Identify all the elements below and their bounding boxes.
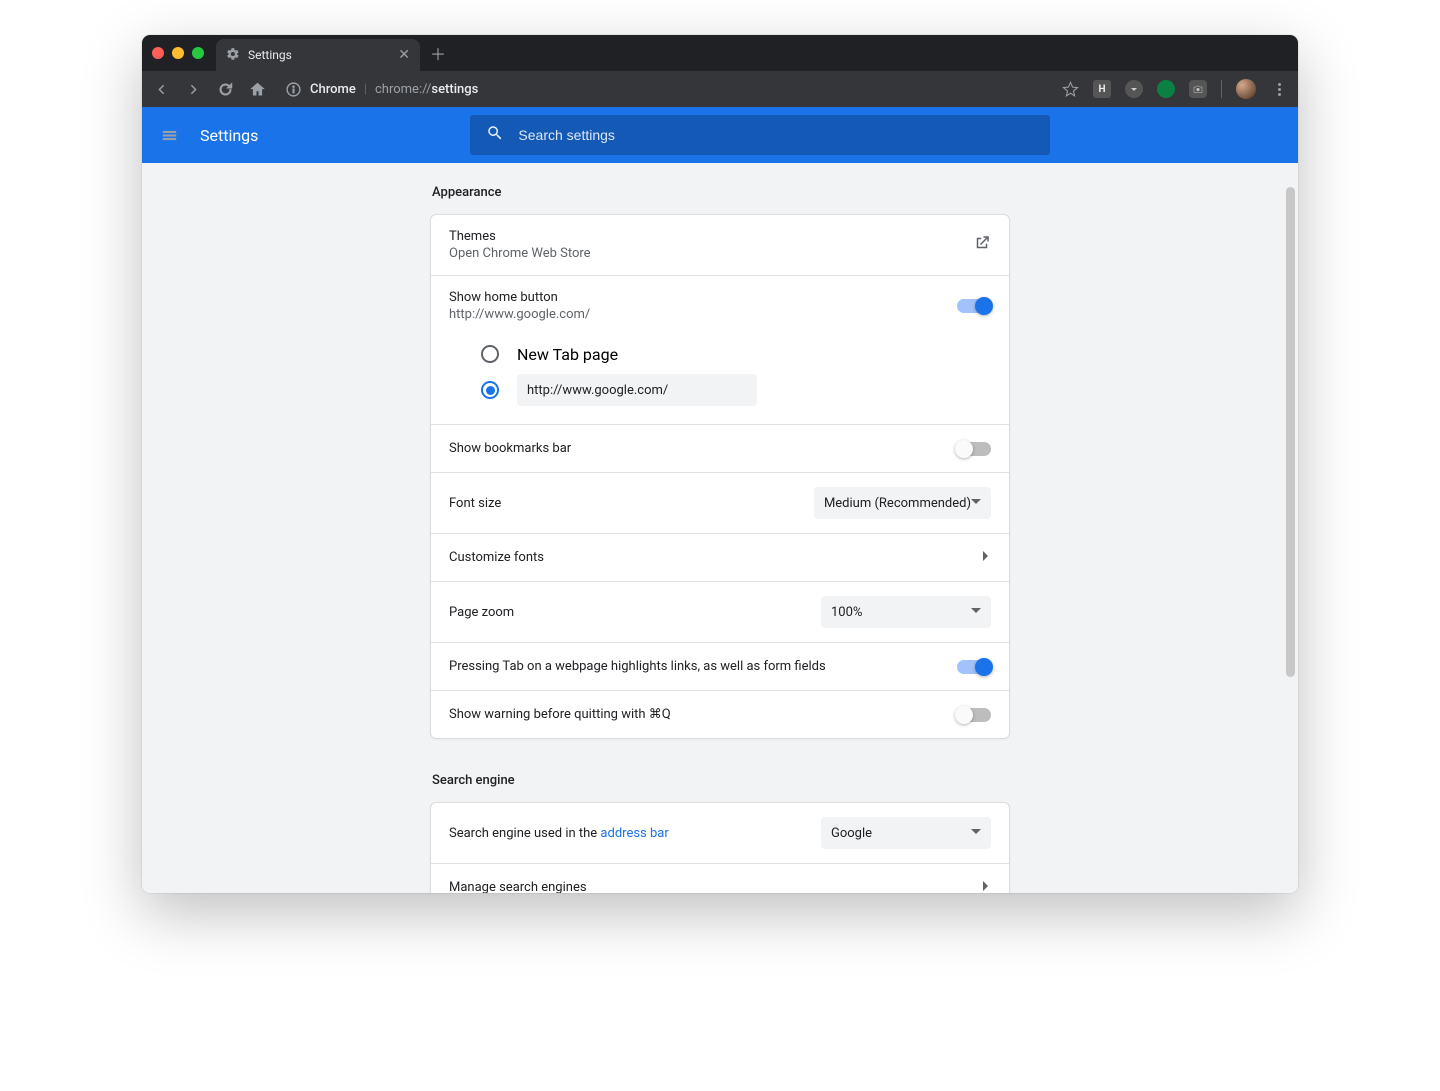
search-engine-card: Search engine used in the address bar Go…: [430, 802, 1010, 893]
customize-fonts-row[interactable]: Customize fonts: [431, 533, 1009, 581]
profile-avatar[interactable]: [1236, 79, 1256, 99]
section-title-appearance: Appearance: [430, 175, 1010, 214]
themes-label: Themes: [449, 229, 591, 244]
browser-toolbar: Chrome | chrome://settings H: [142, 71, 1298, 107]
extension-green-icon[interactable]: [1157, 80, 1175, 98]
chevron-down-icon: [971, 826, 981, 841]
chevron-right-icon: [981, 880, 991, 893]
browser-menu-button[interactable]: [1270, 80, 1288, 98]
settings-search[interactable]: [470, 115, 1050, 155]
chevron-right-icon: [981, 550, 991, 565]
font-size-label: Font size: [449, 496, 501, 511]
search-engine-row: Search engine used in the address bar Go…: [431, 803, 1009, 863]
home-button-label: Show home button: [449, 290, 590, 305]
appearance-card: Themes Open Chrome Web Store Show home b…: [430, 214, 1010, 739]
url-prefix: chrome://: [375, 82, 431, 97]
extension-h-icon[interactable]: H: [1093, 80, 1111, 98]
page-zoom-label: Page zoom: [449, 605, 514, 620]
minimize-window-button[interactable]: [172, 47, 184, 59]
home-button[interactable]: [248, 80, 266, 98]
tab-highlight-label: Pressing Tab on a webpage highlights lin…: [449, 659, 826, 674]
quit-warning-row: Show warning before quitting with ⌘Q: [431, 690, 1009, 738]
window-controls: [152, 47, 204, 59]
back-button[interactable]: [152, 80, 170, 98]
bookmarks-bar-toggle[interactable]: [957, 442, 991, 456]
maximize-window-button[interactable]: [192, 47, 204, 59]
search-engine-dropdown[interactable]: Google: [821, 817, 991, 849]
font-size-row: Font size Medium (Recommended): [431, 472, 1009, 533]
address-bar-link[interactable]: address bar: [600, 826, 668, 841]
customize-fonts-label: Customize fonts: [449, 550, 544, 565]
radio-newtab-label: New Tab page: [517, 345, 618, 364]
forward-button[interactable]: [184, 80, 202, 98]
extension-camera-icon[interactable]: [1189, 80, 1207, 98]
external-link-icon: [973, 234, 991, 256]
tab-strip: Settings ✕ ＋: [142, 35, 1298, 71]
search-icon: [486, 124, 504, 146]
quit-warning-label: Show warning before quitting with ⌘Q: [449, 707, 671, 722]
url-scheme-label: Chrome: [310, 82, 356, 97]
close-tab-button[interactable]: ✕: [398, 47, 410, 63]
section-title-search: Search engine: [430, 763, 1010, 802]
radio-custom-url[interactable]: [481, 381, 499, 399]
radio-newtab[interactable]: [481, 345, 499, 363]
browser-window: Settings ✕ ＋ Chrome | chrome://settings …: [142, 35, 1298, 893]
manage-search-engines-row[interactable]: Manage search engines: [431, 863, 1009, 893]
new-tab-button[interactable]: ＋: [430, 41, 446, 65]
search-engine-label: Search engine used in the address bar: [449, 826, 669, 841]
browser-tab[interactable]: Settings ✕: [216, 39, 420, 71]
address-bar[interactable]: Chrome | chrome://settings: [284, 80, 478, 98]
themes-sublabel: Open Chrome Web Store: [449, 246, 591, 261]
url-path: settings: [431, 82, 478, 97]
bookmark-star-icon[interactable]: [1061, 80, 1079, 98]
home-button-sublabel: http://www.google.com/: [449, 307, 590, 322]
quit-warning-toggle[interactable]: [957, 708, 991, 722]
scrollbar[interactable]: [1286, 187, 1295, 677]
home-button-options: New Tab page http://www.google.com/: [431, 336, 1009, 424]
tab-title: Settings: [248, 48, 292, 62]
home-button-toggle[interactable]: [957, 299, 991, 313]
chevron-down-icon: [971, 496, 981, 511]
reload-button[interactable]: [216, 80, 234, 98]
bookmarks-bar-label: Show bookmarks bar: [449, 441, 571, 456]
home-url-input[interactable]: http://www.google.com/: [517, 374, 757, 406]
font-size-dropdown[interactable]: Medium (Recommended): [814, 487, 991, 519]
site-info-icon: [284, 80, 302, 98]
extension-down-icon[interactable]: [1125, 80, 1143, 98]
page-zoom-dropdown[interactable]: 100%: [821, 596, 991, 628]
menu-icon[interactable]: [160, 126, 178, 144]
page-zoom-row: Page zoom 100%: [431, 581, 1009, 642]
bookmarks-bar-row: Show bookmarks bar: [431, 424, 1009, 472]
settings-content: Appearance Themes Open Chrome Web Store …: [142, 163, 1298, 893]
home-button-row: Show home button http://www.google.com/: [431, 275, 1009, 336]
chevron-down-icon: [971, 605, 981, 620]
gear-icon: [226, 47, 240, 64]
manage-search-engines-label: Manage search engines: [449, 880, 587, 893]
page-title: Settings: [200, 126, 258, 145]
themes-row[interactable]: Themes Open Chrome Web Store: [431, 215, 1009, 275]
close-window-button[interactable]: [152, 47, 164, 59]
tab-highlight-toggle[interactable]: [957, 660, 991, 674]
tab-highlight-row: Pressing Tab on a webpage highlights lin…: [431, 642, 1009, 690]
settings-header: Settings: [142, 107, 1298, 163]
settings-search-input[interactable]: [518, 127, 1034, 143]
